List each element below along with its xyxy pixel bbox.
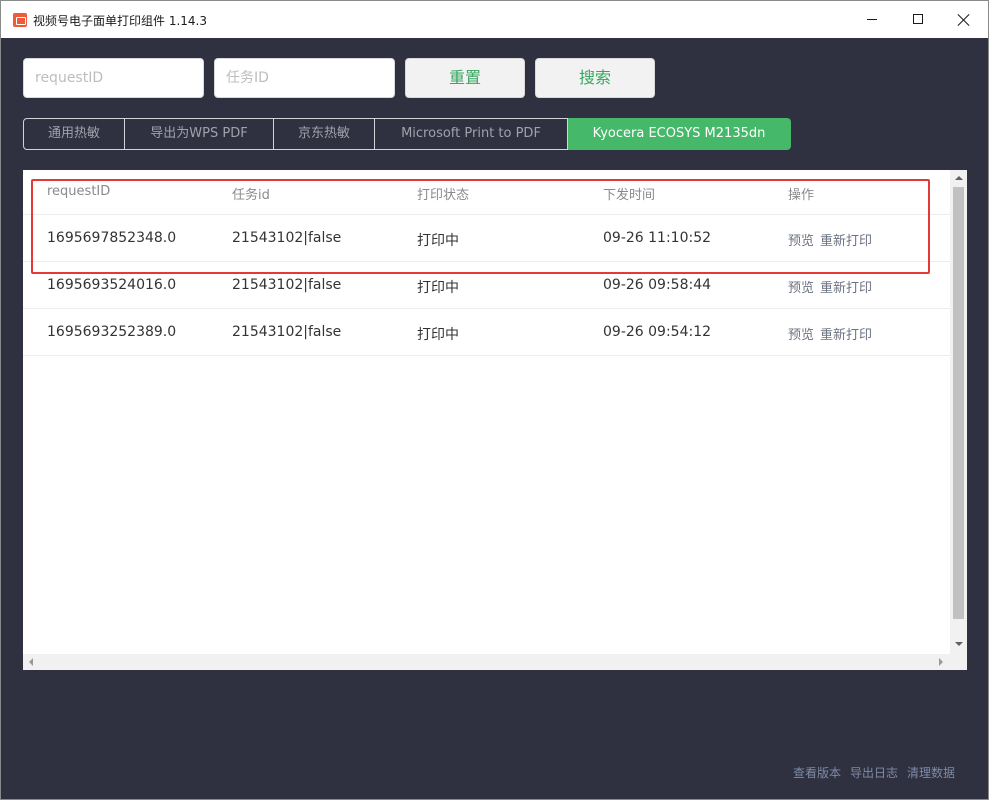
column-header-actions: 操作 xyxy=(788,188,815,203)
scroll-left-icon[interactable] xyxy=(29,658,33,666)
table-header: requestID 任务id 打印状态 下发时间 操作 xyxy=(23,170,950,215)
preview-link[interactable]: 预览 xyxy=(788,281,814,296)
column-header-issue-time: 下发时间 xyxy=(603,188,656,203)
search-button[interactable]: 搜索 xyxy=(535,58,655,98)
export-log-link[interactable]: 导出日志 xyxy=(850,766,898,780)
clear-data-link[interactable]: 清理数据 xyxy=(907,766,955,780)
scroll-down-icon[interactable] xyxy=(955,642,963,646)
column-header-print-status: 打印状态 xyxy=(417,188,470,203)
table-row: 1695693524016.0 21543102|false 打印中 09-26… xyxy=(23,262,950,309)
app-logo-icon xyxy=(13,13,27,27)
reprint-link[interactable]: 重新打印 xyxy=(820,281,872,296)
tab-microsoft-print-to-pdf[interactable]: Microsoft Print to PDF xyxy=(375,118,568,150)
maximize-icon xyxy=(913,14,923,24)
preview-link[interactable]: 预览 xyxy=(788,234,814,249)
table-row: 1695697852348.0 21543102|false 打印中 09-26… xyxy=(23,215,950,262)
scroll-up-icon[interactable] xyxy=(955,176,963,180)
cell-request-id: 1695697852348.0 xyxy=(47,230,177,246)
cell-task-id: 21543102|false xyxy=(232,324,342,340)
tab-generic-thermal[interactable]: 通用热敏 xyxy=(23,118,125,150)
maximize-button[interactable] xyxy=(895,1,941,38)
tab-kyocera-ecosys[interactable]: Kyocera ECOSYS M2135dn xyxy=(568,118,791,150)
cell-actions: 预览 重新打印 xyxy=(788,277,878,296)
cell-actions: 预览 重新打印 xyxy=(788,324,878,343)
cell-print-status: 打印中 xyxy=(417,233,459,249)
title-bar: 视频号电子面单打印组件 1.14.3 xyxy=(1,1,988,38)
cell-task-id: 21543102|false xyxy=(232,230,342,246)
print-jobs-table: requestID 任务id 打印状态 下发时间 操作 169569785234… xyxy=(23,170,967,670)
window-title: 视频号电子面单打印组件 1.14.3 xyxy=(33,14,207,28)
reprint-link[interactable]: 重新打印 xyxy=(820,328,872,343)
footer-links: 查看版本 导出日志 清理数据 xyxy=(793,764,964,781)
cell-actions: 预览 重新打印 xyxy=(788,230,878,249)
cell-task-id: 21543102|false xyxy=(232,277,342,293)
cell-issue-time: 09-26 09:54:12 xyxy=(603,324,712,340)
cell-request-id: 1695693252389.0 xyxy=(47,324,177,340)
column-header-request-id: requestID xyxy=(47,184,111,199)
reset-button[interactable]: 重置 xyxy=(405,58,525,98)
close-icon xyxy=(957,13,971,27)
printer-tabs: 通用热敏 导出为WPS PDF 京东热敏 Microsoft Print to … xyxy=(23,118,791,150)
reprint-link[interactable]: 重新打印 xyxy=(820,234,872,249)
scrollbar-thumb[interactable] xyxy=(953,187,964,619)
tab-jd-thermal[interactable]: 京东热敏 xyxy=(274,118,375,150)
preview-link[interactable]: 预览 xyxy=(788,328,814,343)
cell-request-id: 1695693524016.0 xyxy=(47,277,177,293)
task-id-input[interactable] xyxy=(214,58,395,98)
vertical-scrollbar[interactable] xyxy=(950,170,967,654)
cell-print-status: 打印中 xyxy=(417,280,459,296)
app-window: 视频号电子面单打印组件 1.14.3 重置 搜索 通用热敏 导出为WPS PDF… xyxy=(0,0,989,800)
minimize-button[interactable] xyxy=(849,1,895,38)
request-id-input[interactable] xyxy=(23,58,204,98)
tab-wps-pdf[interactable]: 导出为WPS PDF xyxy=(125,118,274,150)
cell-issue-time: 09-26 11:10:52 xyxy=(603,230,712,246)
close-button[interactable] xyxy=(941,1,987,38)
cell-print-status: 打印中 xyxy=(417,327,459,343)
horizontal-scrollbar[interactable] xyxy=(23,654,967,670)
minimize-icon xyxy=(867,19,877,20)
cell-issue-time: 09-26 09:58:44 xyxy=(603,277,712,293)
scroll-right-icon[interactable] xyxy=(939,658,943,666)
table-row: 1695693252389.0 21543102|false 打印中 09-26… xyxy=(23,309,950,356)
column-header-task-id: 任务id xyxy=(232,188,270,203)
view-version-link[interactable]: 查看版本 xyxy=(793,766,841,780)
